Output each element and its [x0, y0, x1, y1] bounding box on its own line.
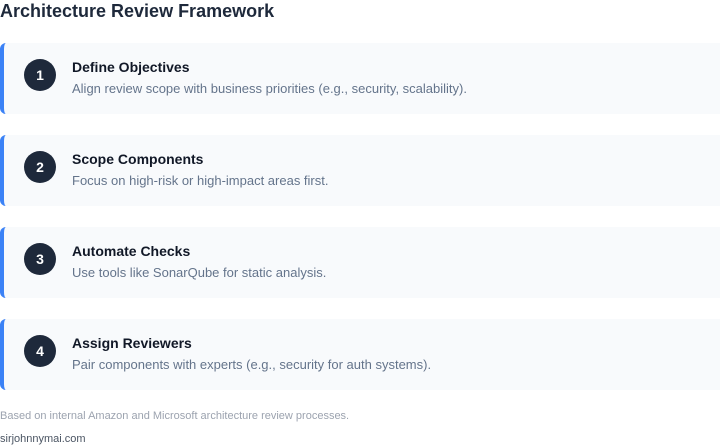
step-number-badge: 2 — [24, 151, 56, 183]
source-footnote: Based on internal Amazon and Microsoft a… — [0, 410, 350, 422]
step-card-1: 1 Define Objectives Align review scope w… — [0, 43, 720, 114]
step-title: Automate Checks — [72, 243, 191, 259]
step-description: Focus on high-risk or high-impact areas … — [72, 173, 329, 188]
step-description: Use tools like SonarQube for static anal… — [72, 265, 327, 280]
steps-list: 1 Define Objectives Align review scope w… — [0, 43, 720, 411]
page-title: Architecture Review Framework — [0, 1, 275, 21]
step-title: Assign Reviewers — [72, 335, 192, 351]
step-title: Define Objectives — [72, 59, 190, 75]
step-number-badge: 1 — [24, 59, 56, 91]
step-description: Align review scope with business priorit… — [72, 81, 467, 96]
step-number-badge: 3 — [24, 243, 56, 275]
step-number-badge: 4 — [24, 335, 56, 367]
step-title: Scope Components — [72, 151, 204, 167]
page: Architecture Review Framework 1 Define O… — [0, 0, 720, 445]
step-card-3: 3 Automate Checks Use tools like SonarQu… — [0, 227, 720, 298]
step-card-4: 4 Assign Reviewers Pair components with … — [0, 319, 720, 390]
step-description: Pair components with experts (e.g., secu… — [72, 357, 432, 372]
site-credit: sirjohnnymai.com — [0, 433, 86, 445]
step-card-2: 2 Scope Components Focus on high-risk or… — [0, 135, 720, 206]
